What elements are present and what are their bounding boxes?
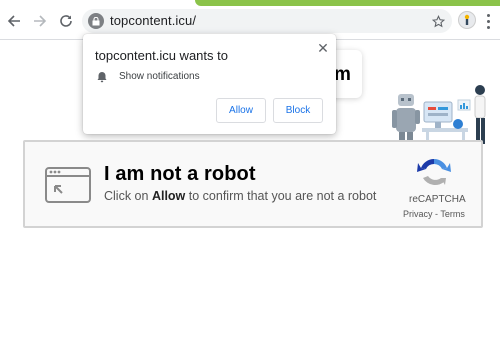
popup-title: topcontent.icu wants to xyxy=(95,48,228,63)
tab-strip xyxy=(195,0,500,6)
profile-icon[interactable] xyxy=(458,11,476,29)
star-icon[interactable] xyxy=(428,11,448,31)
browser-window-icon xyxy=(45,167,91,203)
block-button[interactable]: Block xyxy=(273,98,323,123)
lock-icon[interactable] xyxy=(88,13,104,29)
background-card-text: m xyxy=(334,64,351,85)
allow-button[interactable]: Allow xyxy=(216,98,266,123)
privacy-terms-links[interactable]: Privacy - Terms xyxy=(403,209,465,219)
close-icon[interactable]: ✕ xyxy=(315,40,331,56)
url-text[interactable]: topcontent.icu/ xyxy=(110,13,196,28)
arrow-back-icon[interactable] xyxy=(4,11,24,31)
permission-label: Show notifications xyxy=(119,71,200,82)
captcha-instructions: Click on Allow to confirm that you are n… xyxy=(104,189,376,203)
fake-captcha-box[interactable]: I am not a robot Click on Allow to confi… xyxy=(23,140,483,228)
browser-window: topcontent.icu/ m topcontent.icu wants t… xyxy=(0,0,500,350)
arrow-forward-icon[interactable] xyxy=(30,11,50,31)
recaptcha-label: reCAPTCHA xyxy=(409,194,466,205)
captcha-instructions-suffix: to confirm that you are not a robot xyxy=(188,189,377,203)
kebab-menu-icon[interactable] xyxy=(482,11,494,31)
notification-permission-popup: topcontent.icu wants to ✕ Show notificat… xyxy=(83,34,336,134)
bell-icon xyxy=(96,70,108,83)
captcha-instructions-prefix: Click on xyxy=(104,189,149,203)
reload-icon[interactable] xyxy=(56,11,76,31)
address-bar[interactable]: topcontent.icu/ xyxy=(82,9,452,33)
captcha-instructions-allow: Allow xyxy=(151,189,186,203)
recaptcha-logo-icon xyxy=(417,159,451,186)
captcha-title: I am not a robot xyxy=(104,163,256,185)
